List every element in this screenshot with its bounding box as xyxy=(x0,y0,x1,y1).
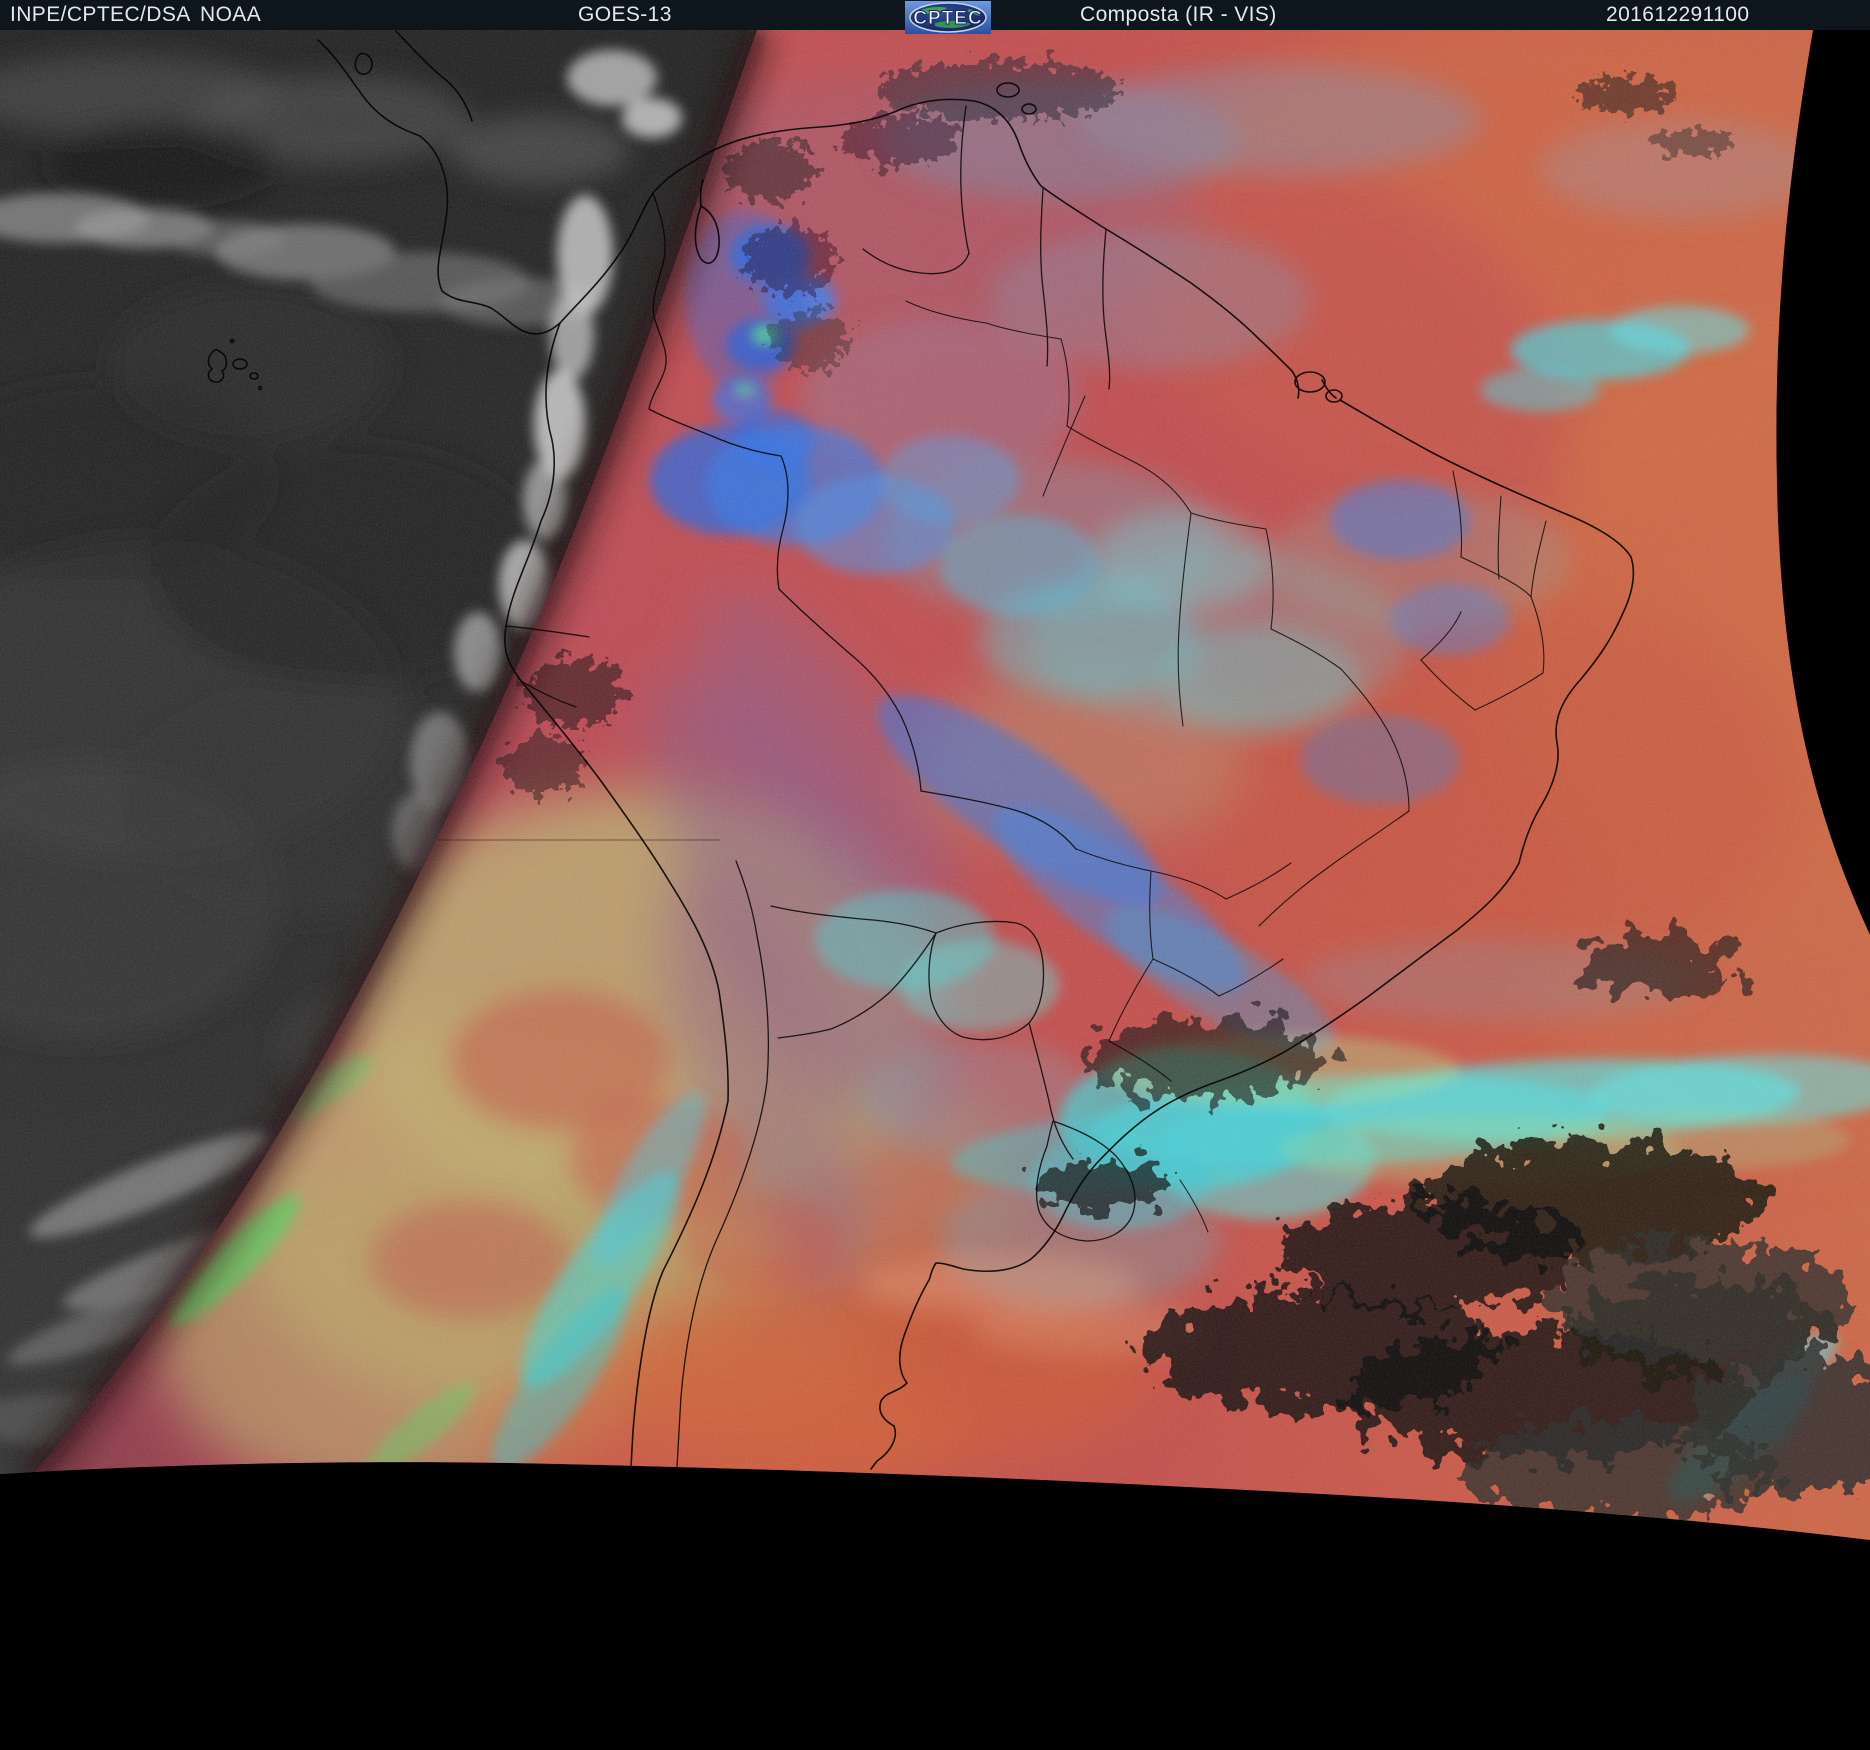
satellite-composite-image xyxy=(0,0,1870,1750)
image-grain-texture xyxy=(0,30,1870,1540)
cptec-logo-graphic: CPTEC xyxy=(905,1,991,34)
noaa-label: NOAA xyxy=(200,3,261,27)
logo-text: CPTEC xyxy=(913,8,982,29)
timestamp-label: 201612291100 xyxy=(1606,3,1749,27)
imagery-canvas xyxy=(0,0,1870,1750)
cptec-logo: CPTEC xyxy=(905,1,991,34)
satellite-label: GOES-13 xyxy=(578,3,672,27)
product-label: Composta (IR - VIS) xyxy=(1080,3,1277,27)
agency-label: INPE/CPTEC/DSA xyxy=(10,3,191,27)
satellite-viewer-window: INPE/CPTEC/DSA NOAA GOES-13 Composta (IR… xyxy=(0,0,1870,1750)
